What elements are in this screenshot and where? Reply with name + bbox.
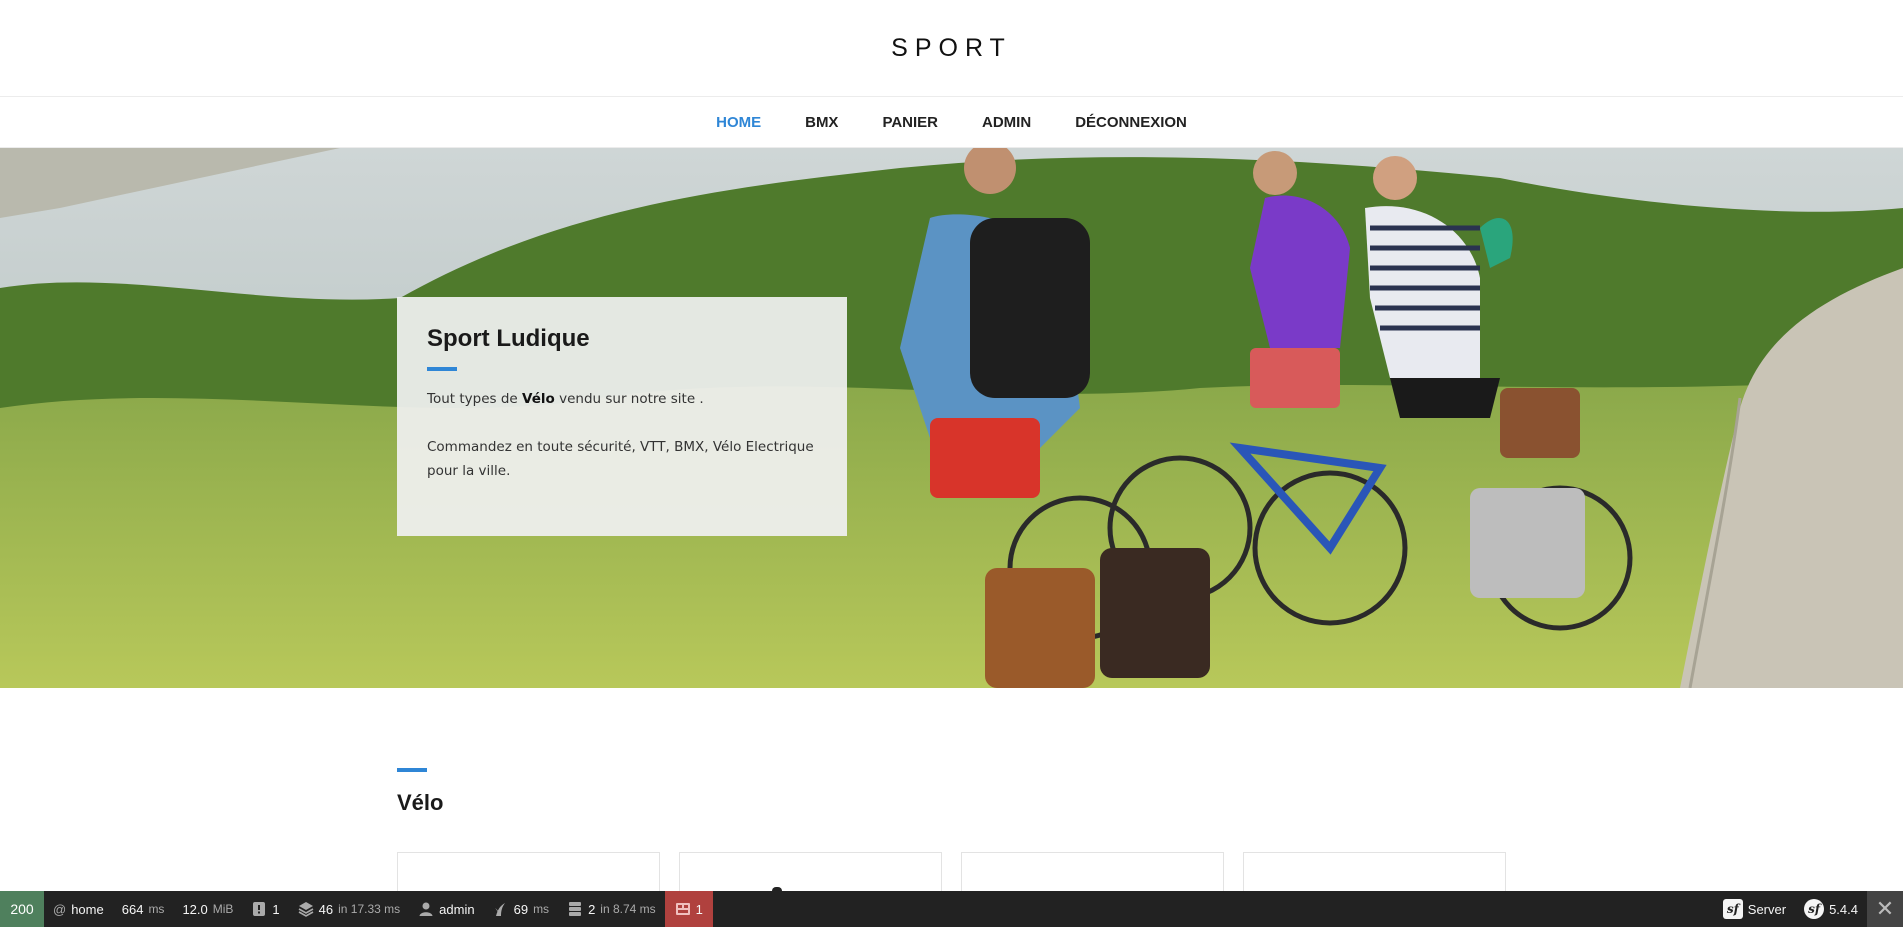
db-time: in 8.74 ms — [600, 902, 656, 916]
nav-item-deconnexion[interactable]: DÉCONNEXION — [1053, 114, 1209, 131]
hero-card: Sport Ludique Tout types de Vélo vendu s… — [397, 297, 847, 536]
time-value: 664 — [121, 901, 144, 917]
version-info[interactable]: sf 5.4.4 — [1795, 891, 1867, 927]
render-unit: ms — [533, 902, 550, 916]
route-name: home — [71, 901, 104, 917]
hero-line-1-end: vendu sur notre site . — [554, 391, 704, 407]
user-info[interactable]: admin — [409, 891, 483, 927]
hero-line-2: Commandez en toute sécurité, VTT, BMX, V… — [427, 439, 814, 479]
twig-count: 46 — [318, 901, 334, 917]
twig-info[interactable]: 46 in 17.33 ms — [289, 891, 410, 927]
db-count: 2 — [588, 901, 596, 917]
section-accent-bar — [397, 768, 427, 772]
symfony-server-icon: sf — [1722, 899, 1743, 919]
nav-item-admin[interactable]: ADMIN — [960, 114, 1053, 131]
hero-description: Tout types de Vélo vendu sur notre site … — [427, 387, 817, 483]
user-name: admin — [439, 901, 475, 917]
database-icon — [569, 902, 582, 916]
nav-item-home[interactable]: HOME — [694, 114, 783, 131]
at-icon: @ — [53, 901, 67, 917]
main-nav: HOME BMX PANIER ADMIN DÉCONNEXION — [0, 97, 1903, 148]
route-info[interactable]: @ home — [44, 891, 113, 927]
twig-time: in 17.33 ms — [338, 902, 401, 916]
server-info[interactable]: sf Server — [1714, 891, 1795, 927]
errors-info[interactable]: 1 — [664, 891, 713, 927]
hero-accent-bar — [427, 367, 457, 371]
time-unit: ms — [148, 902, 165, 916]
status-code[interactable]: 200 — [0, 891, 44, 927]
site-header: SPORT — [0, 0, 1903, 97]
logs-count: 1 — [272, 901, 280, 917]
site-logo[interactable]: SPORT — [891, 34, 1012, 63]
twig-leaf-icon — [494, 903, 505, 916]
memory-value: 12.0 — [182, 901, 208, 917]
symfony-logo-icon: sf — [1804, 899, 1825, 919]
symfony-version: 5.4.4 — [1829, 901, 1858, 917]
render-info[interactable]: 69 ms — [484, 891, 558, 927]
nav-item-panier[interactable]: PANIER — [860, 114, 960, 131]
hero-line-1: Tout types de Vélo vendu sur notre site … — [427, 387, 817, 411]
velo-section: Vélo — [0, 688, 1903, 912]
hero-image — [0, 148, 1903, 688]
close-icon[interactable]: ✕ — [1867, 891, 1903, 927]
render-time: 69 — [513, 901, 529, 917]
memory-info[interactable]: 12.0 MiB — [173, 891, 242, 927]
layers-icon — [298, 902, 314, 917]
hero-line-1-bold: Vélo — [522, 391, 555, 407]
section-title: Vélo — [397, 790, 444, 815]
nav-item-bmx[interactable]: BMX — [783, 114, 860, 131]
hero-line-1-start: Tout types de — [427, 391, 523, 407]
time-info[interactable]: 664 ms — [113, 891, 174, 927]
server-label: Server — [1747, 901, 1787, 917]
debug-toolbar: 200 @ home 664 ms 12.0 MiB 1 46 in 17.33… — [0, 891, 1903, 927]
db-info[interactable]: 2 in 8.74 ms — [558, 891, 665, 927]
logs-icon — [253, 902, 266, 916]
hero-banner: Sport Ludique Tout types de Vélo vendu s… — [0, 148, 1903, 688]
form-error-icon — [675, 903, 690, 915]
user-icon — [419, 902, 433, 916]
memory-unit: MiB — [212, 902, 234, 916]
errors-count: 1 — [695, 901, 703, 917]
logs-info[interactable]: 1 — [242, 891, 288, 927]
hero-title: Sport Ludique — [427, 325, 590, 352]
